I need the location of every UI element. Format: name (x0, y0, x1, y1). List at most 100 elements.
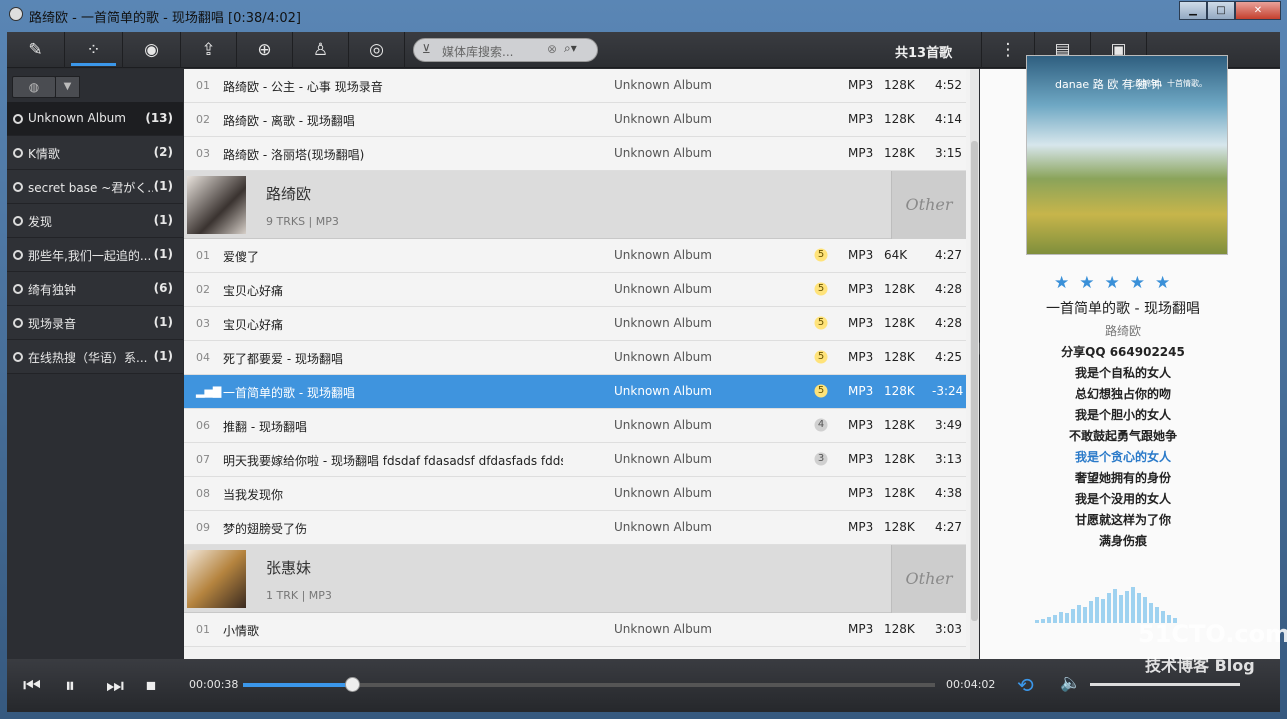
table-row[interactable]: 06 推翻 - 现场翻唱 Unknown Album 4 MP3 128K 3:49 (184, 409, 966, 443)
grid-icon[interactable]: ⁘ (65, 32, 123, 68)
track-number: 03 (196, 317, 210, 330)
maximize-button[interactable]: □ (1207, 1, 1235, 20)
track-album: Unknown Album (614, 350, 712, 364)
sidebar-item[interactable]: 现场录音 (1) (7, 306, 183, 340)
now-playing-artist: 路绮欧 (1104, 324, 1141, 338)
table-row[interactable]: 02 路绮欧 - 离歌 - 现场翻唱 Unknown Album MP3 128K 4:1… (184, 103, 966, 137)
track-format: MP3 (848, 486, 874, 500)
sidebar-item[interactable]: 绮有独钟 (6) (7, 272, 183, 306)
track-title: 爱傻了 (223, 250, 260, 264)
export-icon[interactable]: ⇪ (181, 32, 237, 68)
table-row[interactable]: 07 明天我要嫁给你啦 - 现场翻唱 fdsdaf fdasadsf dfdasf… (184, 443, 966, 477)
clear-search-icon[interactable]: ⊗ (547, 42, 557, 56)
globe-icon[interactable]: ◉ (123, 32, 181, 68)
track-rating-star[interactable]: 5 (813, 349, 829, 365)
track-album: Unknown Album (614, 452, 712, 466)
filter-icon[interactable]: ⊻ (422, 42, 431, 56)
sidebar-item-count: (13) (145, 111, 173, 125)
stop-icon[interactable]: ⏹ (146, 673, 156, 697)
lyric-line: 我是个贪心的女人 (1074, 450, 1171, 464)
table-row[interactable]: 01 爱傻了 Unknown Album 5 MP3 64K 4:27 (184, 239, 966, 273)
sidebar-item-count: (2) (153, 145, 173, 159)
sidebar-item[interactable]: 那些年,我们一起追的... (1) (7, 238, 183, 272)
star-icon[interactable]: ★ (1105, 273, 1120, 293)
pause-icon[interactable]: ⏸ (65, 673, 75, 697)
search-input[interactable]: 媒体库搜索... (442, 43, 513, 60)
sidebar-item[interactable]: K情歌 (2) (7, 136, 183, 170)
table-row[interactable]: 08 当我发现你 Unknown Album MP3 128K 4:38 (184, 477, 966, 511)
volume-icon[interactable]: 🔈 (1060, 673, 1081, 693)
star-icon[interactable]: ★ (1054, 273, 1069, 293)
track-format: MP3 (848, 418, 874, 432)
track-number: 09 (196, 521, 210, 534)
track-number: 02 (196, 113, 210, 126)
repeat-icon[interactable]: ⟲ (1017, 673, 1034, 697)
cover-subtitle: 七段锦年，十首情歌。 (1127, 79, 1207, 88)
track-format: MP3 (848, 316, 874, 330)
sidebar-item[interactable]: 发现 (1) (7, 204, 183, 238)
artist-photo (187, 176, 246, 234)
track-duration: 3:13 (935, 452, 962, 466)
track-number: 06 (196, 419, 210, 432)
close-button[interactable]: ✕ (1235, 1, 1281, 20)
track-duration: 4:25 (935, 350, 962, 364)
playlist-dot-icon (13, 284, 23, 294)
edit-icon[interactable]: ✎ (7, 32, 65, 68)
add-icon[interactable]: ⊕ (237, 32, 293, 68)
search-box[interactable]: ⊻ 媒体库搜索... ⊗ ⌕▾ (413, 38, 598, 62)
track-bitrate: 128K (884, 112, 915, 126)
player-controls: ⏮ ⏸ ⏭ ⏹ 00:00:38 00:04:02 ⟲ 🔈 (7, 659, 1280, 712)
search-icon[interactable]: ⌕▾ (564, 41, 577, 56)
table-row[interactable]: 01 路绮欧 - 公主 - 心事 现场录音 Unknown Album MP3 128K… (184, 69, 966, 103)
disc-icon[interactable]: ◎ (349, 32, 405, 68)
track-bitrate: 128K (884, 452, 915, 466)
table-row[interactable]: ▂▅▇ 一首简单的歌 - 现场翻唱 Unknown Album 5 MP3 128K -3:… (184, 375, 966, 409)
table-row[interactable]: 04 死了都要爱 - 现场翻唱 Unknown Album 5 MP3 128K 4:25 (184, 341, 966, 375)
sync-button[interactable]: ◍ (12, 76, 56, 98)
sidebar-item-label: 发现 (28, 215, 53, 229)
user-icon[interactable]: ♙ (293, 32, 349, 68)
track-rating-star[interactable]: 5 (813, 383, 829, 399)
track-duration: 3:49 (935, 418, 962, 432)
star-icon[interactable]: ★ (1155, 273, 1170, 293)
lyric-line: 满身伤痕 (1098, 534, 1147, 548)
track-rating-star[interactable]: 4 (813, 417, 829, 433)
sidebar-item-label: 那些年,我们一起追的... (28, 249, 152, 263)
table-row[interactable]: 03 路绮欧 - 洛丽塔(现场翻唱) Unknown Album MP3 128K 3:1… (184, 137, 966, 171)
progress-handle[interactable] (344, 677, 360, 692)
next-icon[interactable]: ⏭ (106, 673, 124, 697)
track-rating-star[interactable]: 5 (813, 281, 829, 297)
lyric-line: 我是个胆小的女人 (1074, 408, 1171, 422)
track-bitrate: 128K (884, 282, 915, 296)
table-row[interactable]: 02 宝贝心好痛 Unknown Album 5 MP3 128K 4:28 (184, 273, 966, 307)
track-bitrate: 128K (884, 146, 915, 160)
visualizer-bar (1047, 617, 1051, 623)
previous-icon[interactable]: ⏮ (23, 673, 41, 697)
sidebar-item[interactable]: 在线热搜（华语）系... (1) (7, 340, 183, 374)
minimize-button[interactable]: ▁ (1179, 1, 1207, 20)
track-rating-star[interactable]: 5 (813, 315, 829, 331)
star-icon[interactable]: ★ (1079, 273, 1094, 293)
sidebar-item[interactable]: Unknown Album (13) (7, 102, 183, 136)
sidebar-item[interactable]: secret base ~君がく... (1) (7, 170, 183, 204)
dropdown-icon[interactable]: ▼ (55, 76, 80, 98)
volume-slider[interactable] (1090, 683, 1240, 686)
progress-bar[interactable] (243, 677, 935, 692)
rating-stars[interactable]: ★ ★ ★ ★ ★ (1054, 273, 1170, 293)
lyric-line: 我是个自私的女人 (1074, 366, 1171, 380)
playlist-dot-icon (13, 352, 23, 362)
group-artist: 张惠妹 (266, 559, 312, 577)
lyric-line: 我是个没用的女人 (1074, 492, 1171, 506)
table-row[interactable]: 03 宝贝心好痛 Unknown Album 5 MP3 128K 4:28 (184, 307, 966, 341)
track-duration: 3:15 (935, 146, 962, 160)
track-format: MP3 (848, 78, 874, 92)
track-bitrate: 128K (884, 350, 915, 364)
table-row[interactable]: 09 梦的翅膀受了伤 Unknown Album MP3 128K 4:27 (184, 511, 966, 545)
sidebar-item-label: 绮有独钟 (28, 283, 77, 297)
track-format: MP3 (848, 282, 874, 296)
track-rating-star[interactable]: 3 (813, 451, 829, 467)
star-icon[interactable]: ★ (1130, 273, 1145, 293)
playlist-dot-icon (13, 318, 23, 328)
table-row[interactable]: 01 小情歌 Unknown Album MP3 128K 3:03 (184, 613, 966, 647)
track-rating-star[interactable]: 5 (813, 247, 829, 263)
